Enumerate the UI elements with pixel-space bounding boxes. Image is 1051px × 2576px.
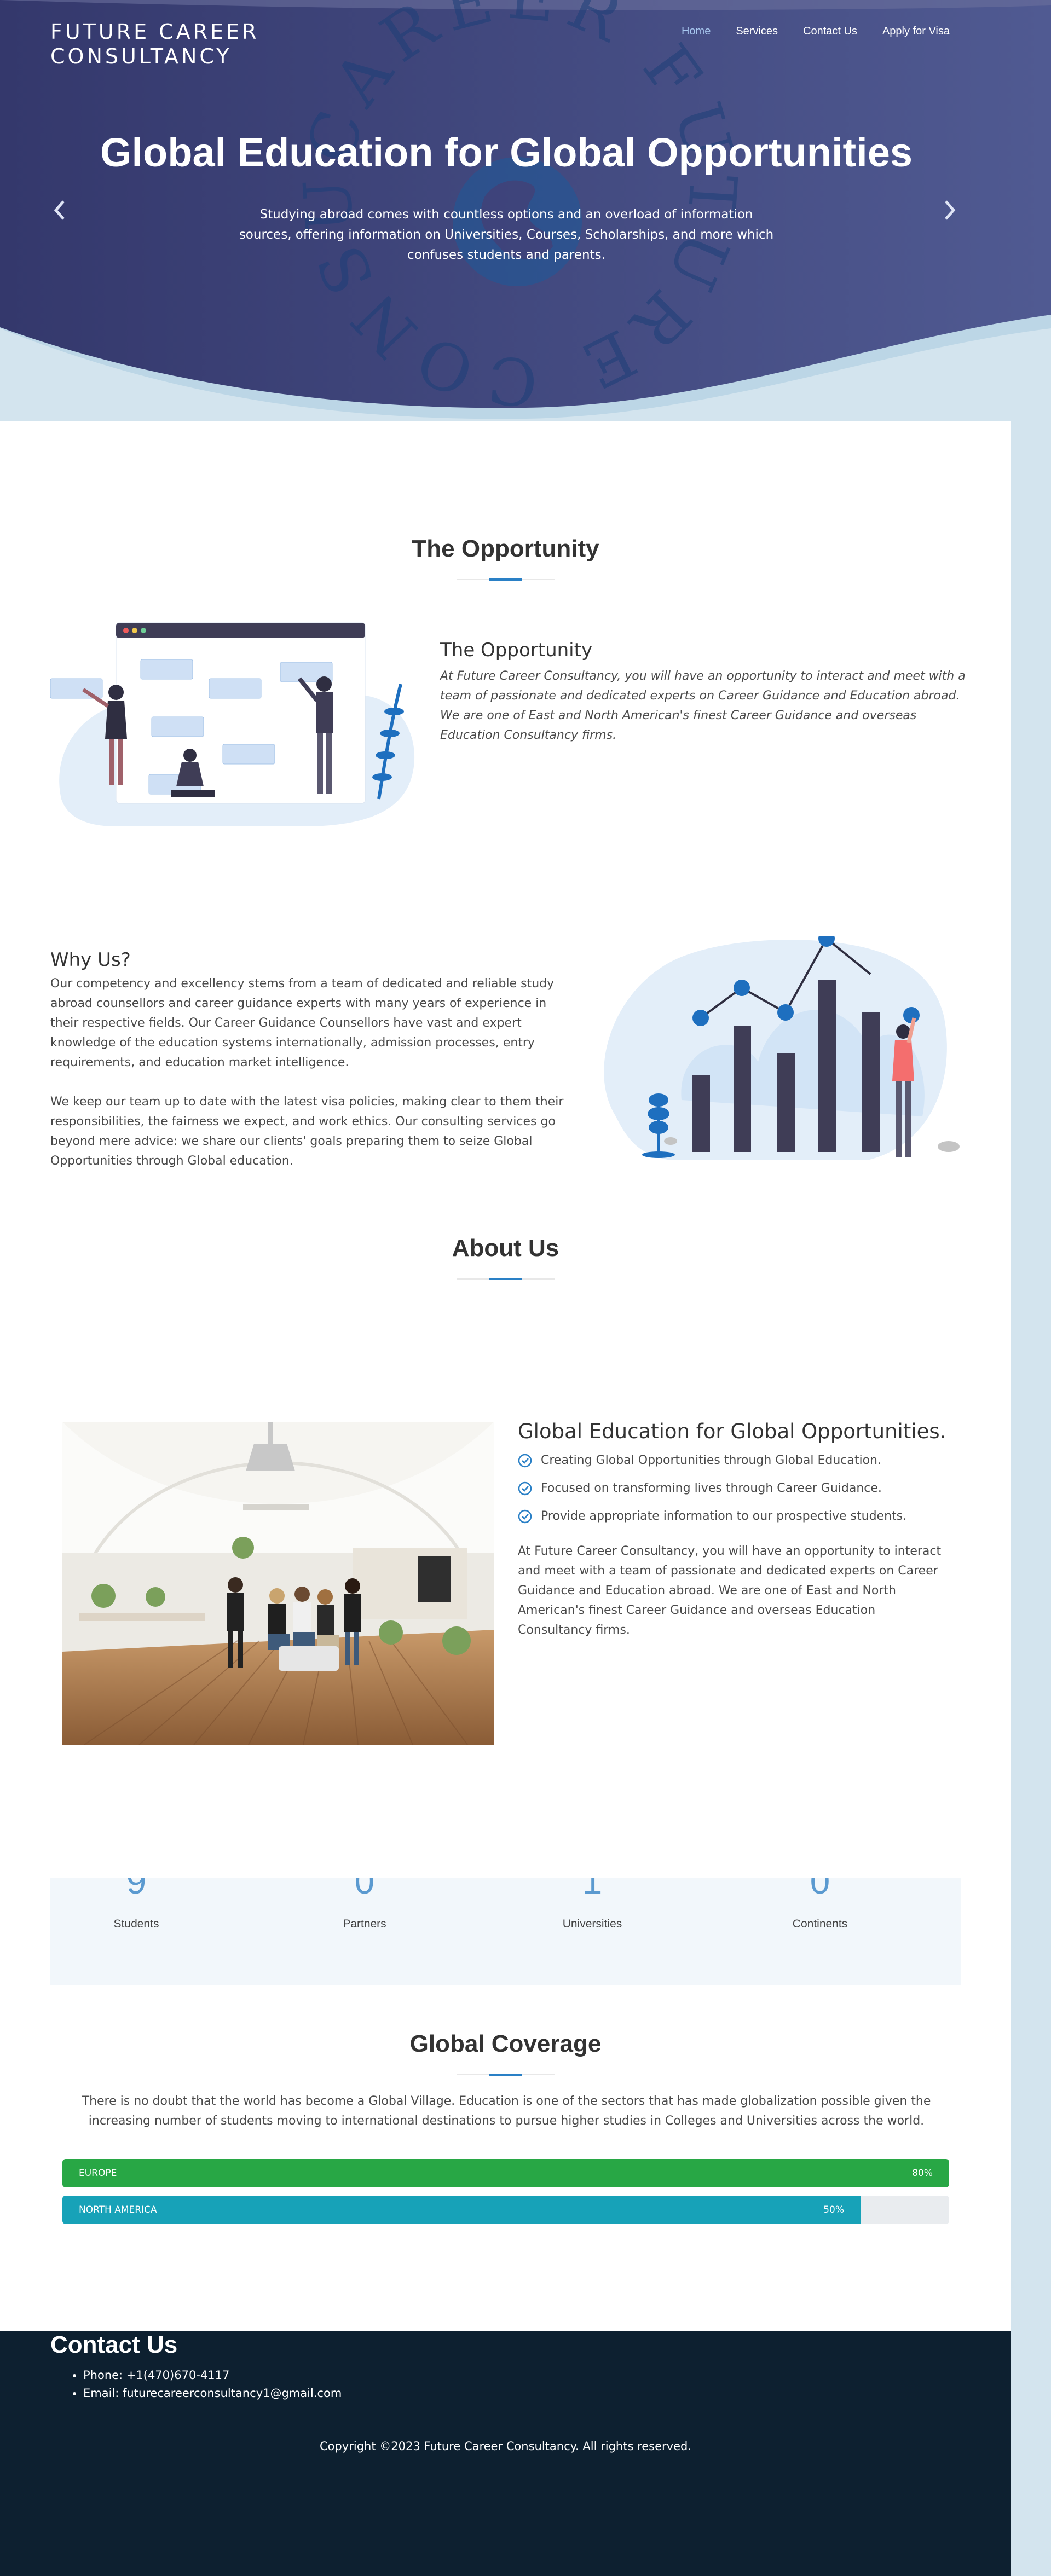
copyright: Copyright ©2023 Future Career Consultanc… (319, 2440, 692, 2453)
stat-partners: 0 Partners (282, 1878, 447, 1931)
about-text: At Future Career Consultancy, you will h… (518, 1544, 942, 1637)
check-circle-icon (518, 1509, 532, 1524)
why-us-heading: Why Us? (50, 949, 131, 971)
hero-subtitle: Studying abroad comes with countless opt… (239, 207, 774, 262)
stat-value: 9 (126, 1878, 147, 1901)
hero-title: Global Education for Global Opportunitie… (100, 130, 913, 175)
about-checklist: Creating Global Opportunities through Gl… (518, 1451, 950, 1526)
checklist-item-text: Focused on transforming lives through Ca… (541, 1481, 882, 1495)
chevron-left-icon[interactable] (51, 196, 68, 227)
section-divider (457, 578, 555, 581)
about-heading: Global Education for Global Opportunitie… (518, 1420, 946, 1443)
stat-value: 0 (354, 1878, 375, 1901)
stat-universities: 1 Universities (510, 1878, 674, 1931)
progress-bar-north-america: NORTH AMERICA 50% (62, 2196, 949, 2224)
opportunity-heading: The Opportunity (440, 639, 593, 661)
main-content: The Opportunity The Opportunity At Futur… (0, 328, 1011, 2331)
progress-value: 80% (912, 2168, 933, 2179)
about-text-block: Global Education for Global Opportunitie… (518, 1420, 950, 1640)
hero-section: CAREER FUTURE CONSULTANCY FUTURE CAREER … (0, 0, 1051, 421)
stat-value: 0 (810, 1878, 830, 1901)
stat-label: Partners (343, 1918, 386, 1930)
chevron-right-icon[interactable] (942, 196, 958, 227)
checklist-item-text: Creating Global Opportunities through Gl… (541, 1454, 881, 1467)
checklist-item: Focused on transforming lives through Ca… (518, 1479, 950, 1498)
main-nav: Home Services Contact Us Apply for Visa (682, 25, 950, 38)
footer-heading: Contact Us (50, 2331, 178, 2358)
nav-services[interactable]: Services (736, 25, 778, 38)
progress-label: EUROPE (79, 2168, 117, 2179)
check-circle-icon (518, 1481, 532, 1496)
brand-logo[interactable]: FUTURE CAREER CONSULTANCY (50, 20, 259, 69)
contact-email[interactable]: Email: futurecareerconsultancy1@gmail.co… (83, 2384, 342, 2403)
progress-bar-europe: EUROPE 80% (62, 2159, 949, 2187)
nav-contact-us[interactable]: Contact Us (803, 25, 857, 38)
checklist-item: Creating Global Opportunities through Gl… (518, 1451, 950, 1471)
why-us-paragraph-1: Our competency and excellency stems from… (50, 977, 555, 1069)
opportunity-text: At Future Career Consultancy, you will h… (440, 669, 966, 742)
brand-line-1: FUTURE CAREER (50, 20, 259, 44)
team-photo (62, 1422, 494, 1745)
check-circle-icon (518, 1454, 532, 1468)
opportunity-text-block: The Opportunity At Future Career Consult… (440, 639, 966, 745)
stat-continents: 0 Continents (738, 1878, 902, 1931)
stat-label: Universities (562, 1918, 622, 1930)
stat-students: 9 Students (54, 1878, 218, 1931)
stat-label: Continents (792, 1918, 848, 1930)
stats-panel: 9 Students 0 Partners 1 Universities 0 C… (50, 1878, 961, 1985)
nav-home[interactable]: Home (682, 25, 711, 38)
footer: Contact Us Phone: +1(470)670-4117 Email:… (0, 2331, 1011, 2576)
progress-fill: NORTH AMERICA 50% (62, 2196, 861, 2224)
why-us-paragraph-2: We keep our team up to date with the lat… (50, 1095, 564, 1168)
brand-line-2: CONSULTANCY (50, 44, 232, 68)
coverage-text: There is no doubt that the world has bec… (82, 2094, 931, 2128)
opportunity-illustration (50, 622, 415, 826)
contact-list: Phone: +1(470)670-4117 Email: futurecare… (83, 2366, 342, 2403)
progress-value: 50% (823, 2204, 844, 2215)
checklist-item-text: Provide appropriate information to our p… (541, 1509, 907, 1523)
stat-value: 1 (582, 1878, 603, 1901)
progress-label: NORTH AMERICA (79, 2204, 157, 2215)
checklist-item: Provide appropriate information to our p… (518, 1507, 950, 1526)
contact-phone[interactable]: Phone: +1(470)670-4117 (83, 2366, 342, 2384)
section-title-coverage: Global Coverage (409, 2030, 602, 2057)
nav-apply-for-visa[interactable]: Apply for Visa (882, 25, 950, 38)
why-us-block: Why Us? Our competency and excellency st… (50, 949, 567, 1171)
progress-fill: EUROPE 80% (62, 2159, 949, 2187)
section-title-about: About Us (452, 1235, 559, 1261)
section-title-opportunity: The Opportunity (412, 535, 599, 562)
section-divider (457, 2074, 555, 2076)
stat-label: Students (113, 1918, 159, 1930)
section-divider (457, 1278, 555, 1280)
growth-chart-illustration (604, 936, 960, 1160)
